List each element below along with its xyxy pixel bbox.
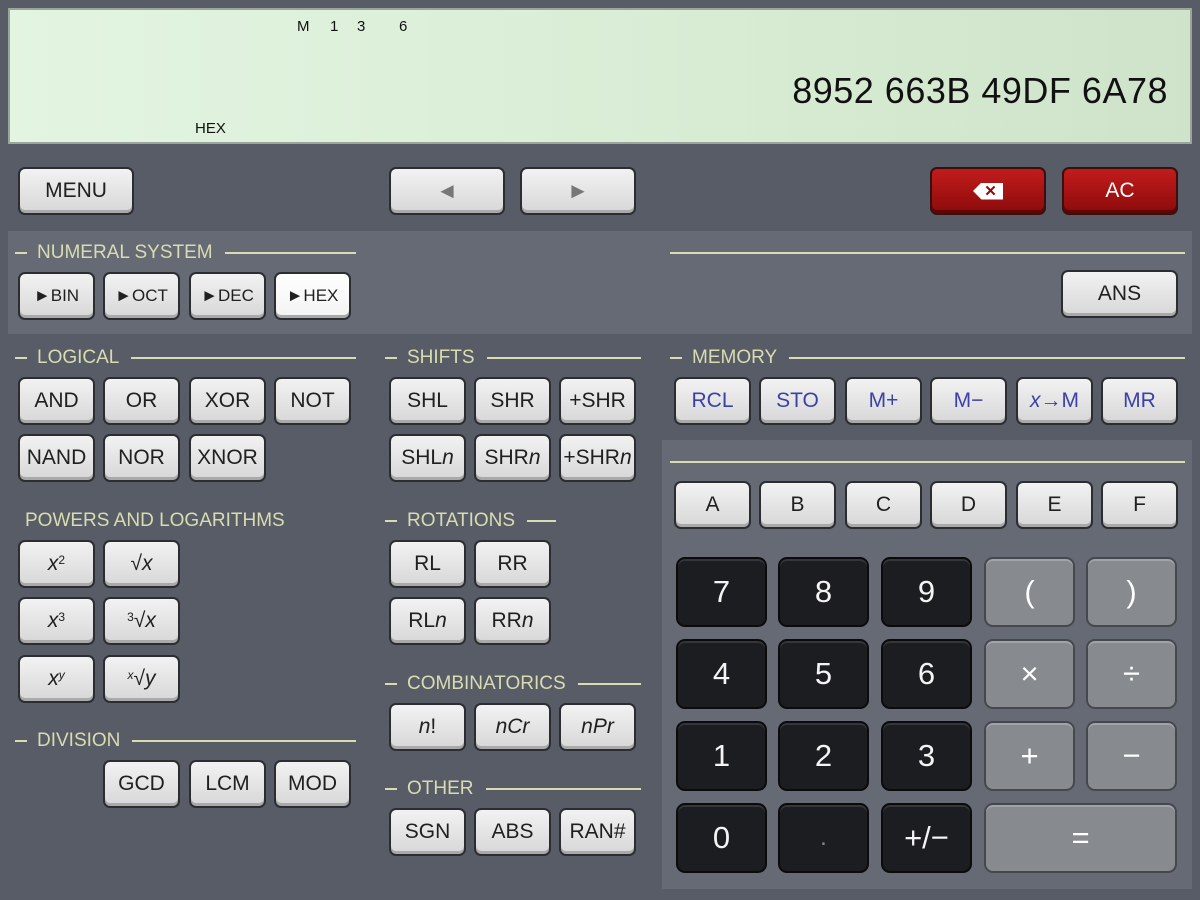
or-button[interactable]: OR (103, 377, 180, 425)
digit-3-button[interactable]: 3 (881, 721, 972, 791)
plus-shr-n-button[interactable]: +SHR n (559, 434, 636, 482)
indicator-3: 3 (357, 18, 366, 35)
rr-button[interactable]: RR (474, 540, 551, 588)
digit-4-button[interactable]: 4 (676, 639, 767, 709)
mode-indicator: HEX (195, 120, 226, 137)
rr-n-button[interactable]: RR n (474, 597, 551, 645)
abs-button[interactable]: ABS (474, 808, 551, 856)
ncr-button[interactable]: n Cr (474, 703, 551, 751)
digit-7-button[interactable]: 7 (676, 557, 767, 627)
multiply-button[interactable]: × (984, 639, 1075, 709)
x-power-y-button[interactable]: xy (18, 655, 95, 703)
digit-9-button[interactable]: 9 (881, 557, 972, 627)
digit-6-button[interactable]: 6 (881, 639, 972, 709)
not-button[interactable]: NOT (274, 377, 351, 425)
divide-button[interactable]: ÷ (1086, 639, 1177, 709)
all-clear-button[interactable]: AC (1062, 167, 1178, 215)
m-minus-button[interactable]: M− (930, 377, 1007, 425)
digit-0-button[interactable]: 0 (676, 803, 767, 873)
to-oct-button[interactable]: ►OCT (103, 272, 180, 320)
numeral-system-heading: NUMERAL SYSTEM (15, 241, 356, 265)
powers-heading: POWERS AND LOGARITHMS (25, 510, 285, 531)
plus-shr-button[interactable]: +SHR (559, 377, 636, 425)
digit-5-button[interactable]: 5 (778, 639, 869, 709)
digit-8-button[interactable]: 8 (778, 557, 869, 627)
xth-root-button[interactable]: x √ y (103, 655, 180, 703)
backspace-icon: ✕ (973, 182, 1003, 200)
hex-digit-d-button[interactable]: D (930, 481, 1007, 529)
m-plus-button[interactable]: M+ (845, 377, 922, 425)
divider (670, 461, 1185, 463)
division-heading: DIVISION (15, 729, 356, 753)
rl-n-button[interactable]: RL n (389, 597, 466, 645)
and-button[interactable]: AND (18, 377, 95, 425)
ans-button[interactable]: ANS (1061, 270, 1178, 318)
hex-digit-a-button[interactable]: A (674, 481, 751, 529)
memory-heading: MEMORY (670, 346, 1185, 370)
hex-digit-b-button[interactable]: B (759, 481, 836, 529)
x-cubed-button[interactable]: x3 (18, 597, 95, 645)
shr-button[interactable]: SHR (474, 377, 551, 425)
shl-n-button[interactable]: SHL n (389, 434, 466, 482)
menu-button[interactable]: MENU (18, 167, 134, 215)
divider (670, 252, 1185, 254)
backspace-button[interactable]: ✕ (930, 167, 1046, 215)
rcl-button[interactable]: RCL (674, 377, 751, 425)
random-button[interactable]: RAN# (559, 808, 636, 856)
hex-digit-f-button[interactable]: F (1101, 481, 1178, 529)
minus-button[interactable]: − (1086, 721, 1177, 791)
digit-1-button[interactable]: 1 (676, 721, 767, 791)
factorial-button[interactable]: n! (389, 703, 466, 751)
mod-button[interactable]: MOD (274, 760, 351, 808)
left-paren-button[interactable]: ( (984, 557, 1075, 627)
xnor-button[interactable]: XNOR (189, 434, 266, 482)
logical-heading: LOGICAL (15, 346, 356, 370)
memory-indicator: M (297, 18, 310, 35)
xor-button[interactable]: XOR (189, 377, 266, 425)
digit-2-button[interactable]: 2 (778, 721, 869, 791)
plus-button[interactable]: + (984, 721, 1075, 791)
combinatorics-heading: COMBINATORICS (385, 672, 641, 696)
sto-button[interactable]: STO (759, 377, 836, 425)
cursor-left-button[interactable]: ◄ (389, 167, 505, 215)
lcd-display: M 1 3 6 HEX 8952 663B 49DF 6A78 (8, 8, 1192, 144)
shr-n-button[interactable]: SHR n (474, 434, 551, 482)
display-value: 8952 663B 49DF 6A78 (792, 70, 1168, 111)
rl-button[interactable]: RL (389, 540, 466, 588)
indicator-6: 6 (399, 18, 408, 35)
lcm-button[interactable]: LCM (189, 760, 266, 808)
cursor-right-button[interactable]: ► (520, 167, 636, 215)
negate-button[interactable]: +/− (881, 803, 972, 873)
cube-root-button[interactable]: 3 √ x (103, 597, 180, 645)
right-paren-button[interactable]: ) (1086, 557, 1177, 627)
shl-button[interactable]: SHL (389, 377, 466, 425)
other-heading: OTHER (385, 777, 641, 801)
x-to-m-button[interactable]: x →M (1016, 377, 1093, 425)
to-dec-button[interactable]: ►DEC (189, 272, 266, 320)
decimal-point-button[interactable]: . (778, 803, 869, 873)
nand-button[interactable]: NAND (18, 434, 95, 482)
mr-button[interactable]: MR (1101, 377, 1178, 425)
shifts-heading: SHIFTS (385, 346, 641, 370)
rotations-heading: ROTATIONS (385, 509, 556, 533)
gcd-button[interactable]: GCD (103, 760, 180, 808)
to-bin-button[interactable]: ►BIN (18, 272, 95, 320)
hex-digit-e-button[interactable]: E (1016, 481, 1093, 529)
to-hex-button[interactable]: ►HEX (274, 272, 351, 320)
npr-button[interactable]: n Pr (559, 703, 636, 751)
nor-button[interactable]: NOR (103, 434, 180, 482)
indicator-1: 1 (330, 18, 339, 35)
sqrt-button[interactable]: √ x (103, 540, 180, 588)
x-squared-button[interactable]: x2 (18, 540, 95, 588)
sgn-button[interactable]: SGN (389, 808, 466, 856)
hex-digit-c-button[interactable]: C (845, 481, 922, 529)
equals-button[interactable]: = (984, 803, 1177, 873)
